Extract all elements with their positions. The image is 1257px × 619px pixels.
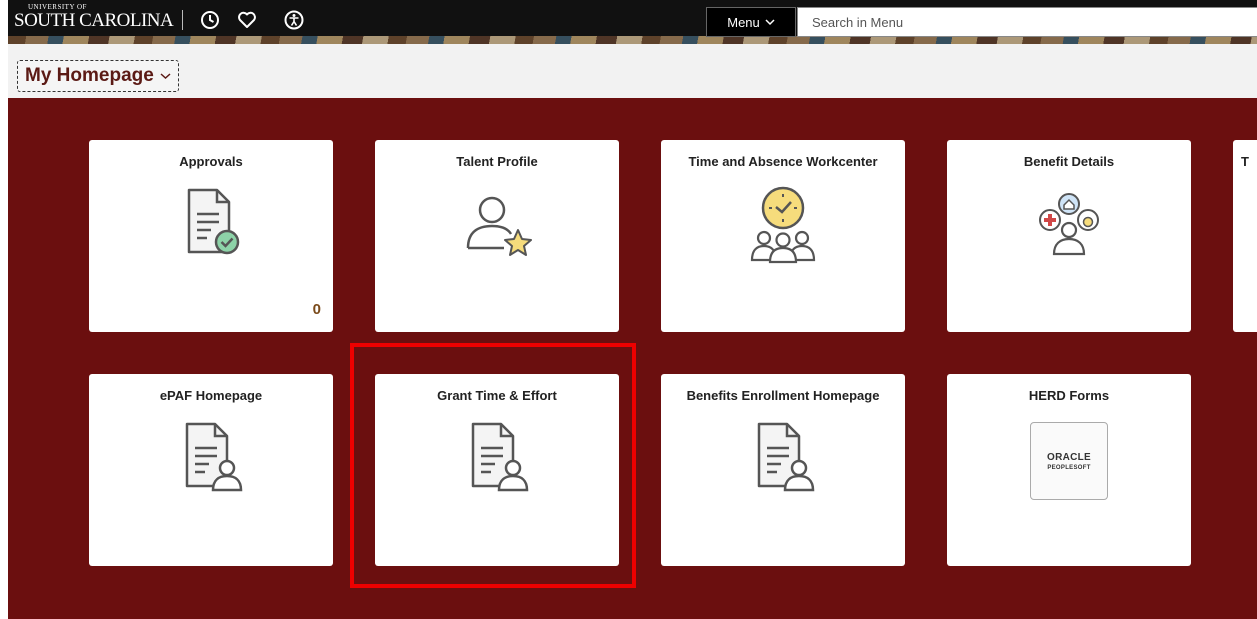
divider bbox=[182, 10, 183, 30]
tile-benefits-enrollment-homepage[interactable]: Benefits Enrollment Homepage bbox=[661, 374, 905, 566]
oracle-peoplesoft-logo: ORACLE PEOPLESOFT bbox=[1030, 422, 1108, 500]
tile-partially-visible[interactable]: T bbox=[1233, 140, 1257, 332]
tile-epaf-homepage[interactable]: ePAF Homepage bbox=[89, 374, 333, 566]
history-icon[interactable] bbox=[199, 9, 221, 31]
approvals-count: 0 bbox=[312, 301, 321, 318]
tile-benefit-details[interactable]: Benefit Details bbox=[947, 140, 1191, 332]
tile-grid: Approvals 0 Talent Profile Time and Abse… bbox=[8, 98, 1257, 619]
tile-grant-time-effort[interactable]: Grant Time & Effort bbox=[375, 374, 619, 566]
decorative-banner-stripe bbox=[8, 36, 1257, 44]
chevron-down-icon bbox=[765, 19, 775, 26]
homepage-selector-bar: My Homepage bbox=[8, 44, 1257, 99]
document-person-icon bbox=[757, 422, 815, 492]
tile-time-absence-workcenter[interactable]: Time and Absence Workcenter bbox=[661, 140, 905, 332]
university-logo[interactable]: UNIVERSITY OF SOUTH CAROLINA bbox=[14, 3, 174, 31]
document-person-icon bbox=[185, 422, 243, 492]
tile-herd-forms[interactable]: HERD Forms ORACLE PEOPLESOFT bbox=[947, 374, 1191, 566]
benefits-person-icon bbox=[1039, 193, 1099, 256]
tile-talent-profile[interactable]: Talent Profile bbox=[375, 140, 619, 332]
homepage-dropdown[interactable]: My Homepage bbox=[17, 60, 179, 92]
search-input[interactable]: Search in Menu bbox=[797, 7, 1257, 37]
person-star-icon bbox=[466, 196, 532, 256]
document-person-icon bbox=[471, 422, 529, 492]
top-navigation-bar: UNIVERSITY OF SOUTH CAROLINA Menu Search… bbox=[8, 0, 1257, 44]
chevron-down-icon bbox=[160, 73, 171, 80]
tile-approvals[interactable]: Approvals 0 bbox=[89, 140, 333, 332]
menu-button[interactable]: Menu bbox=[706, 7, 796, 37]
favorites-icon[interactable] bbox=[236, 9, 258, 31]
clock-group-icon bbox=[750, 186, 816, 264]
document-check-icon bbox=[187, 188, 240, 255]
accessibility-icon[interactable] bbox=[283, 9, 305, 31]
